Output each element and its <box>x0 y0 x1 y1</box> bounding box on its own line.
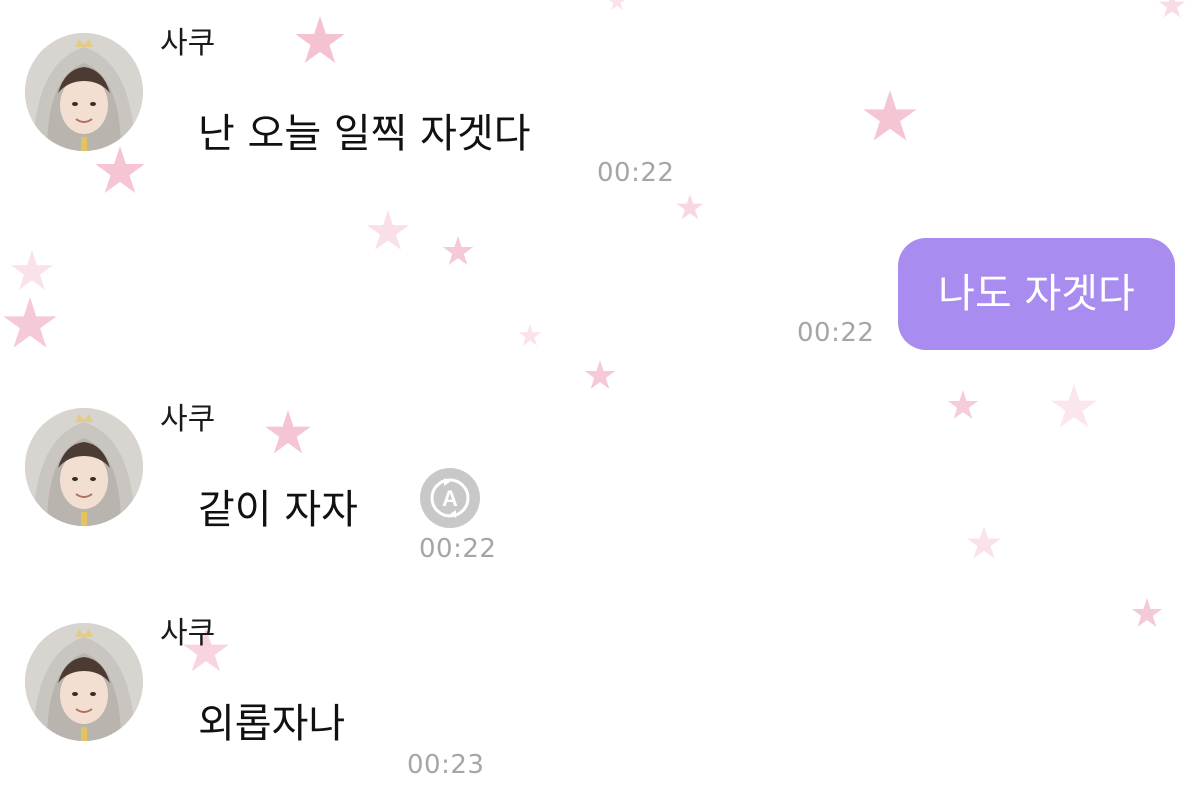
translate-icon-glyph: A <box>442 486 458 511</box>
star-decor <box>1051 384 1097 428</box>
star-decor <box>966 526 1002 559</box>
timestamp: 00:22 <box>797 318 875 348</box>
star-decor <box>265 410 311 454</box>
star-decor <box>11 250 53 290</box>
star-decor <box>607 0 627 11</box>
background-stars <box>3 0 1186 672</box>
avatar[interactable] <box>25 408 143 526</box>
timestamp: 00:23 <box>407 750 485 780</box>
timestamp: 00:22 <box>597 158 675 188</box>
star-decor <box>1131 598 1163 627</box>
avatar[interactable] <box>25 33 143 151</box>
translate-icon: A <box>420 468 480 528</box>
translate-button[interactable]: A <box>418 466 482 530</box>
star-decor <box>863 90 917 141</box>
star-decor <box>367 210 409 250</box>
star-decor <box>518 324 542 346</box>
avatar[interactable] <box>25 623 143 741</box>
message-text[interactable]: 난 오늘 일찍 자겟다 <box>198 110 531 158</box>
avatar-image <box>25 33 143 151</box>
star-decor <box>3 297 57 348</box>
star-decor <box>584 360 616 389</box>
message-text[interactable]: 같이 자자 <box>198 486 358 534</box>
sender-name: 사쿠 <box>160 402 216 437</box>
avatar-image <box>25 623 143 741</box>
star-decor <box>95 146 145 194</box>
sender-name: 사쿠 <box>160 616 216 651</box>
timestamp: 00:22 <box>419 534 497 564</box>
avatar-image <box>25 408 143 526</box>
my-message-bubble[interactable]: 나도 자겟다 <box>898 238 1175 350</box>
star-decor <box>676 194 704 220</box>
message-text[interactable]: 외롭자나 <box>198 700 345 748</box>
message-text: 나도 자겟다 <box>938 271 1135 317</box>
star-decor <box>947 390 979 419</box>
star-decor <box>442 236 474 265</box>
star-decor <box>295 16 345 64</box>
star-decor <box>1158 0 1186 18</box>
sender-name: 사쿠 <box>160 26 216 61</box>
